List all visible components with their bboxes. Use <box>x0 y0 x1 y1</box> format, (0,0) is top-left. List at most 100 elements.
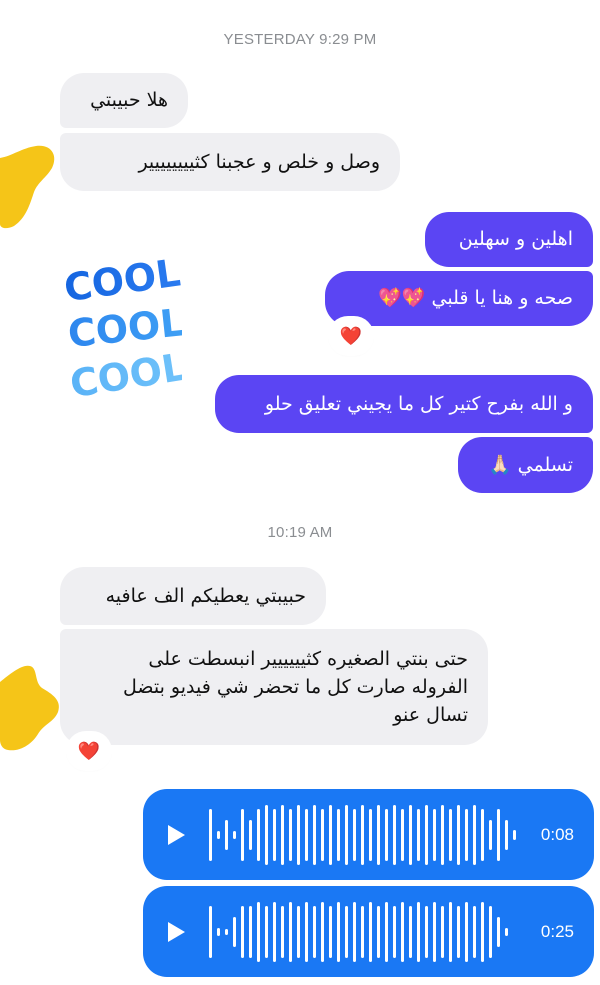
waveform-bar <box>513 829 516 840</box>
waveform-bar <box>433 901 436 962</box>
waveform-bar <box>273 901 276 962</box>
waveform-bar <box>233 916 236 947</box>
waveform-bar <box>273 808 276 861</box>
waveform-bar <box>505 819 508 850</box>
waveform-bar <box>209 808 212 861</box>
waveform-bar <box>321 808 324 861</box>
waveform-bar <box>289 901 292 962</box>
waveform-bar <box>249 905 252 958</box>
waveform-bar <box>401 901 404 962</box>
heart-icon: ❤️ <box>77 740 101 762</box>
incoming-message[interactable]: حتى بنتي الصغيره كثيييييير انبسطت على ال… <box>60 629 488 745</box>
waveform-bar <box>225 819 228 850</box>
waveform-bar <box>377 804 380 865</box>
waveform-bar <box>209 905 212 958</box>
incoming-message[interactable]: هلا حبيبتي <box>60 73 188 128</box>
play-icon[interactable] <box>163 920 187 944</box>
waveform-bar <box>505 927 508 936</box>
heart-icon: ❤️ <box>339 325 363 347</box>
message-text: صحه و هنا يا قلبي 💖💖 <box>378 287 573 309</box>
waveform-bar <box>297 804 300 865</box>
message-text: هلا حبيبتي <box>90 89 168 111</box>
timestamp-yesterday: YESTERDAY 9:29 PM <box>223 31 377 48</box>
waveform-bar <box>457 804 460 865</box>
waveform-bar <box>313 905 316 958</box>
waveform-bar <box>481 901 484 962</box>
incoming-message[interactable]: حبيبتي يعطيكم الف عافيه <box>60 567 326 625</box>
waveform-bar <box>449 808 452 861</box>
waveform-bar <box>345 905 348 958</box>
waveform-bar <box>425 905 428 958</box>
message-text-line: تسال عنو <box>393 704 468 726</box>
waveform-bar <box>321 901 324 962</box>
outgoing-message[interactable]: صحه و هنا يا قلبي 💖💖 <box>325 271 593 326</box>
waveform-bar <box>497 808 500 861</box>
heart-reaction[interactable]: ❤️ <box>69 734 109 768</box>
redaction-blob <box>0 145 55 229</box>
waveform-bar <box>497 916 500 947</box>
waveform-bar <box>265 905 268 958</box>
redaction-blob <box>0 665 59 751</box>
cool-sticker[interactable]: COOL COOL COOL <box>58 242 182 402</box>
outgoing-message[interactable]: تسلمي 🙏🏻 <box>458 437 593 493</box>
outgoing-message[interactable]: و الله بفرح كتير كل ما يجيني تعليق حلو <box>215 375 593 433</box>
waveform-bar <box>465 808 468 861</box>
waveform-bar <box>281 804 284 865</box>
play-icon[interactable] <box>163 823 187 847</box>
waveform-bar <box>329 804 332 865</box>
waveform-bar <box>281 905 284 958</box>
waveform-bar <box>393 804 396 865</box>
waveform-bar <box>369 901 372 962</box>
waveform-bar <box>249 819 252 850</box>
waveform-bar <box>337 808 340 861</box>
waveform-bar <box>393 905 396 958</box>
waveform-bar <box>265 804 268 865</box>
message-text: وصل و خلص و عجبنا كثيييييييير <box>138 151 380 173</box>
waveform-bar <box>257 808 260 861</box>
waveform-bar <box>225 928 228 935</box>
incoming-message[interactable]: وصل و خلص و عجبنا كثيييييييير <box>60 133 400 191</box>
message-text: تسلمي 🙏🏻 <box>487 454 573 476</box>
waveform-bar <box>241 905 244 958</box>
waveform-bar <box>489 819 492 850</box>
waveform-bar <box>441 804 444 865</box>
waveform-bar <box>385 901 388 962</box>
voice-duration: 0:25 <box>540 921 574 941</box>
message-text: حبيبتي يعطيكم الف عافيه <box>105 585 306 607</box>
waveform-bar <box>417 808 420 861</box>
waveform-bar <box>401 808 404 861</box>
waveform-bar <box>441 905 444 958</box>
waveform-bar <box>465 901 468 962</box>
waveform-bar <box>489 905 492 958</box>
waveform-bar <box>425 804 428 865</box>
waveform-bar <box>217 927 220 936</box>
waveform-bar <box>417 901 420 962</box>
outgoing-message[interactable]: اهلين و سهلين <box>425 212 593 267</box>
waveform-bar <box>361 905 364 958</box>
waveform-bar <box>305 808 308 861</box>
message-text-line: الفروله صارت كل ما تحضر شي فيديو بتضل <box>122 676 468 698</box>
voice-message[interactable]: 0:08 <box>143 789 594 880</box>
waveform-bar <box>473 804 476 865</box>
waveform-bar <box>329 905 332 958</box>
waveform-bar <box>289 808 292 861</box>
waveform-bar <box>473 905 476 958</box>
waveform-bar <box>481 808 484 861</box>
waveform-bar <box>305 901 308 962</box>
waveform-bar <box>241 808 244 861</box>
waveform-bar <box>449 901 452 962</box>
message-text: و الله بفرح كتير كل ما يجيني تعليق حلو <box>264 393 573 415</box>
waveform-bar <box>369 808 372 861</box>
waveform-bar <box>385 808 388 861</box>
waveform-bar <box>353 808 356 861</box>
waveform-bar <box>433 808 436 861</box>
message-text: اهلين و سهلين <box>458 228 573 250</box>
waveform-bar <box>297 905 300 958</box>
waveform-bar <box>457 905 460 958</box>
voice-message[interactable]: 0:25 <box>143 886 594 977</box>
waveform-bar <box>337 901 340 962</box>
voice-duration: 0:08 <box>540 824 574 844</box>
waveform-bar <box>345 804 348 865</box>
heart-reaction[interactable]: ❤️ <box>331 319 371 353</box>
waveform-bar <box>353 901 356 962</box>
